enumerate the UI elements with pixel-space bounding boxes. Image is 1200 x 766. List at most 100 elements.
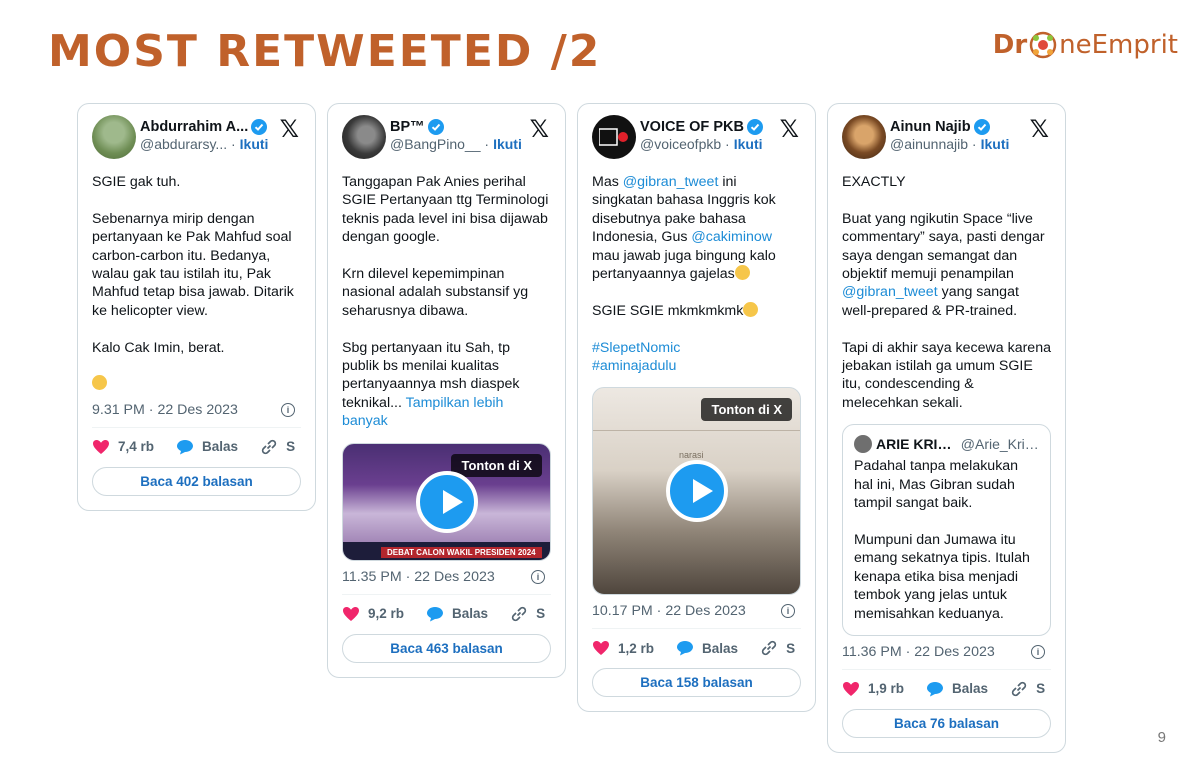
follow-button[interactable]: Ikuti xyxy=(493,136,522,152)
heart-icon xyxy=(343,606,359,621)
video-channel-label: narasi xyxy=(679,450,704,461)
x-logo-icon[interactable]: 𝕏 xyxy=(530,117,549,141)
like-button[interactable]: 1,2 rb xyxy=(592,640,654,656)
x-logo-icon[interactable]: 𝕏 xyxy=(1030,117,1049,141)
quote-author-handle: @Arie_Krit... xyxy=(960,436,1039,453)
reply-button[interactable]: Balas xyxy=(426,606,488,622)
slide-title: MOST RETWEETED /2 xyxy=(48,26,602,77)
like-button[interactable]: 7,4 rb xyxy=(92,439,154,455)
quoted-tweet[interactable]: ARIE KRIT... @Arie_Krit... Padahal tanpa… xyxy=(842,424,1051,636)
video-thumbnail[interactable]: narasi Tonton di X xyxy=(592,387,801,596)
like-count: 1,9 rb xyxy=(868,681,905,697)
relieved-face-emoji-icon xyxy=(92,375,107,391)
hashtag-link[interactable]: #aminajadulu xyxy=(592,358,676,374)
watch-on-x-label[interactable]: Tonton di X xyxy=(701,398,792,422)
like-count: 9,2 rb xyxy=(368,606,405,622)
author-handle[interactable]: @voiceofpkb xyxy=(640,136,721,152)
mention-link[interactable]: @cakiminow xyxy=(691,229,772,245)
brand-text-right: neEmprit xyxy=(1059,30,1178,60)
author-name[interactable]: VOICE OF PKB xyxy=(640,119,744,135)
read-replies-button[interactable]: Baca 463 balasan xyxy=(342,633,551,663)
like-count: 1,2 rb xyxy=(618,640,655,656)
info-icon[interactable]: i xyxy=(781,604,795,619)
drone-icon xyxy=(1029,31,1057,59)
author-handle[interactable]: @BangPino__ xyxy=(390,136,481,152)
quote-avatar xyxy=(854,435,872,454)
video-thumbnail[interactable]: DEBAT CALON WAKIL PRESIDEN 2024 Tonton d… xyxy=(342,442,551,561)
author-name[interactable]: Abdurrahim A... xyxy=(140,119,248,135)
tweet-timestamp[interactable]: 11.36 PM · 22 Des 2023 xyxy=(842,644,995,660)
page-number: 9 xyxy=(1157,729,1166,746)
hashtag-link[interactable]: #SlepetNomic xyxy=(592,340,680,356)
heart-icon xyxy=(593,641,609,656)
link-icon xyxy=(761,641,777,656)
link-icon xyxy=(511,606,527,621)
verified-badge-icon xyxy=(973,119,990,135)
rolling-laughing-emoji-icon xyxy=(734,265,750,281)
link-icon xyxy=(261,439,277,455)
x-logo-icon[interactable]: 𝕏 xyxy=(780,117,799,141)
tweet-text: Mas @gibran_tweet ini singkatan bahasa I… xyxy=(592,174,780,375)
tweet-card: VOICE OF PKB @voiceofpkb · Ikuti 𝕏 Mas @… xyxy=(577,103,816,713)
heart-icon xyxy=(843,681,859,696)
verified-badge-icon xyxy=(746,119,763,135)
tweet-card: Ainun Najib @ainunnajib · Ikuti 𝕏 EXACTL… xyxy=(827,103,1066,753)
share-button[interactable]: S xyxy=(760,639,795,657)
tweet-text: Tanggapan Pak Anies perihal SGIE Pertany… xyxy=(342,174,549,430)
tears-of-joy-emoji-icon xyxy=(743,301,759,317)
share-button[interactable]: S xyxy=(1010,680,1045,698)
voice-of-pkb-logo-icon xyxy=(599,128,628,146)
avatar[interactable] xyxy=(342,115,386,159)
author-handle[interactable]: @ainunnajib xyxy=(890,136,968,152)
reply-button[interactable]: Balas xyxy=(176,439,238,455)
tweet-timestamp[interactable]: 9.31 PM · 22 Des 2023 xyxy=(92,402,238,418)
avatar[interactable] xyxy=(92,115,136,159)
like-count: 7,4 rb xyxy=(118,439,155,455)
quote-text: Padahal tanpa melakukan hal ini, Mas Gib… xyxy=(854,458,1030,622)
avatar[interactable] xyxy=(842,115,886,159)
link-icon xyxy=(1011,681,1027,697)
info-icon[interactable]: i xyxy=(531,569,545,584)
read-replies-button[interactable]: Baca 76 balasan xyxy=(842,708,1051,738)
verified-badge-icon xyxy=(251,119,268,135)
verified-badge-icon xyxy=(427,119,444,135)
info-icon[interactable]: i xyxy=(1031,644,1045,659)
reply-bubble-icon xyxy=(677,641,694,656)
tweet-text: SGIE gak tuh. Sebenarnya mirip dengan pe… xyxy=(92,173,301,394)
share-button[interactable]: S xyxy=(510,605,545,623)
tweet-card: BP™ @BangPino__ · Ikuti 𝕏 Tanggapan Pak … xyxy=(327,103,566,678)
brand-logo: Dr neEmprit xyxy=(993,30,1178,60)
play-button-icon[interactable] xyxy=(415,470,478,533)
avatar[interactable] xyxy=(592,115,636,159)
mention-link[interactable]: @gibran_tweet xyxy=(842,284,938,300)
watch-on-x-label[interactable]: Tonton di X xyxy=(451,453,542,477)
mention-link[interactable]: @gibran_tweet xyxy=(623,174,719,190)
reply-bubble-icon xyxy=(927,681,944,697)
follow-button[interactable]: Ikuti xyxy=(981,136,1010,152)
read-replies-button[interactable]: Baca 402 balasan xyxy=(92,466,301,496)
reply-button[interactable]: Balas xyxy=(676,640,738,656)
share-button[interactable]: S xyxy=(260,438,295,456)
read-replies-button[interactable]: Baca 158 balasan xyxy=(592,668,801,698)
heart-icon xyxy=(93,439,109,454)
follow-button[interactable]: Ikuti xyxy=(734,136,763,152)
author-handle[interactable]: @abdurarsy... xyxy=(140,136,227,152)
x-logo-icon[interactable]: 𝕏 xyxy=(280,117,299,141)
brand-text-left: Dr xyxy=(992,30,1028,60)
reply-bubble-icon xyxy=(177,439,194,455)
follow-button[interactable]: Ikuti xyxy=(240,136,269,152)
play-button-icon[interactable] xyxy=(665,460,728,523)
like-button[interactable]: 1,9 rb xyxy=(842,681,904,697)
author-name[interactable]: BP™ xyxy=(390,119,425,135)
reply-button[interactable]: Balas xyxy=(926,681,988,697)
quote-author-name: ARIE KRIT... xyxy=(876,436,955,453)
video-banner: DEBAT CALON WAKIL PRESIDEN 2024 xyxy=(381,546,542,558)
tweet-timestamp[interactable]: 10.17 PM · 22 Des 2023 xyxy=(592,603,746,619)
tweet-card: Abdurrahim A... @abdurarsy... · Ikuti 𝕏 … xyxy=(77,103,316,511)
author-name[interactable]: Ainun Najib xyxy=(890,119,971,135)
like-button[interactable]: 9,2 rb xyxy=(342,606,404,622)
tweet-timestamp[interactable]: 11.35 PM · 22 Des 2023 xyxy=(342,569,495,585)
reply-bubble-icon xyxy=(427,606,444,622)
tweet-text: EXACTLY Buat yang ngikutin Space “live c… xyxy=(842,174,1051,411)
info-icon[interactable]: i xyxy=(281,402,295,417)
